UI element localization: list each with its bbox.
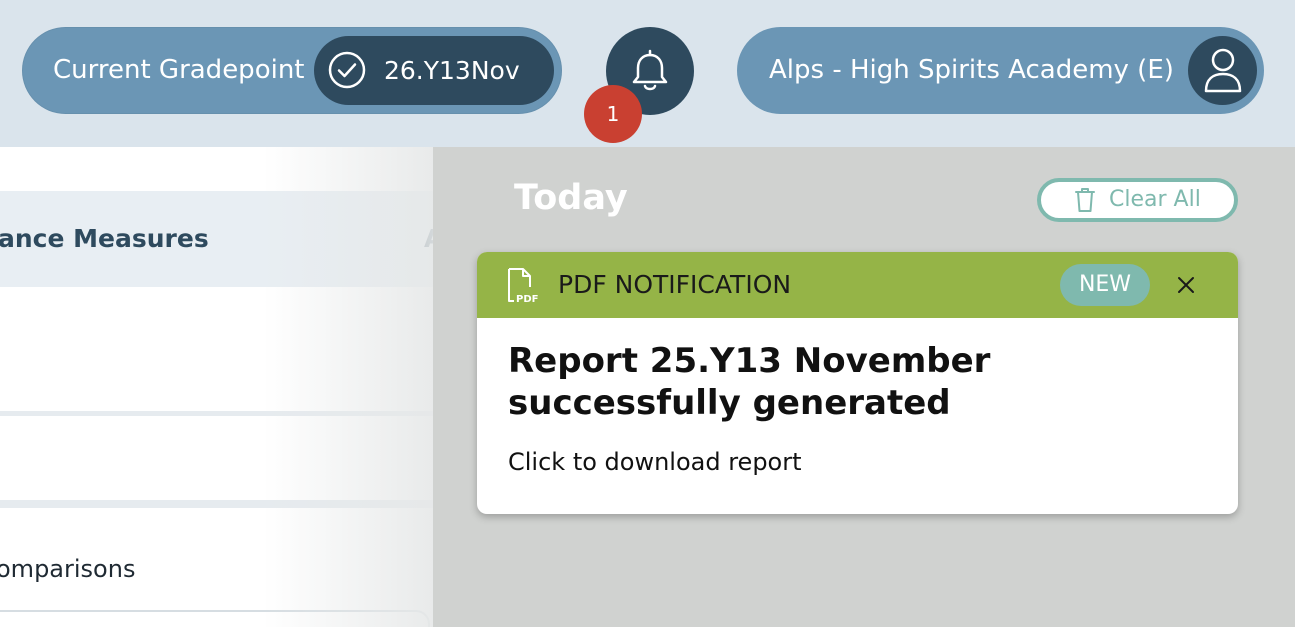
measures-extra-label: A (424, 191, 433, 287)
clear-all-button[interactable]: Clear All (1037, 178, 1238, 222)
notification-card[interactable]: PDF PDF NOTIFICATION NEW Report 25.Y13 N… (477, 252, 1238, 514)
notification-body-link[interactable]: Click to download report (508, 448, 802, 476)
clear-all-label: Clear All (1109, 187, 1201, 212)
top-header-bar: Current Gradepoint 26.Y13Nov 1 Alps - Hi… (0, 0, 1295, 147)
section-heading-today: Today (514, 178, 628, 218)
comparisons-label: omparisons (0, 555, 136, 583)
notification-title: Report 25.Y13 November successfully gene… (508, 341, 991, 423)
divider (0, 500, 433, 508)
notifications-panel: Today Clear All PDF PDF NOTIFICATION NEW… (433, 147, 1295, 627)
gradepoint-label: Current Gradepoint (53, 55, 305, 85)
background-input-field[interactable] (0, 610, 430, 627)
user-avatar-button[interactable] (1188, 36, 1257, 105)
school-selector[interactable]: Alps - High Spirits Academy (E) (737, 27, 1264, 114)
gradepoint-value-chip[interactable]: 26.Y13Nov (314, 36, 554, 105)
gradepoint-code: 26.Y13Nov (384, 56, 520, 85)
current-gradepoint-selector[interactable]: Current Gradepoint 26.Y13Nov (22, 27, 562, 114)
check-circle-icon (328, 51, 366, 89)
user-icon (1204, 48, 1242, 93)
notification-type-label: PDF NOTIFICATION (558, 270, 792, 299)
pdf-file-icon: PDF (508, 268, 538, 305)
school-name: Alps - High Spirits Academy (E) (769, 55, 1174, 85)
trash-icon (1075, 188, 1095, 212)
performance-measures-row[interactable]: ance Measures A (0, 191, 433, 287)
notification-card-header: PDF PDF NOTIFICATION NEW (477, 252, 1238, 318)
background-page: ance Measures A omparisons (0, 147, 433, 627)
bell-icon (632, 49, 668, 91)
notification-count-badge: 1 (584, 85, 642, 143)
close-icon[interactable] (1175, 274, 1197, 296)
measures-label: ance Measures (0, 224, 209, 253)
divider (0, 411, 433, 416)
svg-text:PDF: PDF (516, 294, 538, 305)
new-badge: NEW (1060, 264, 1150, 306)
